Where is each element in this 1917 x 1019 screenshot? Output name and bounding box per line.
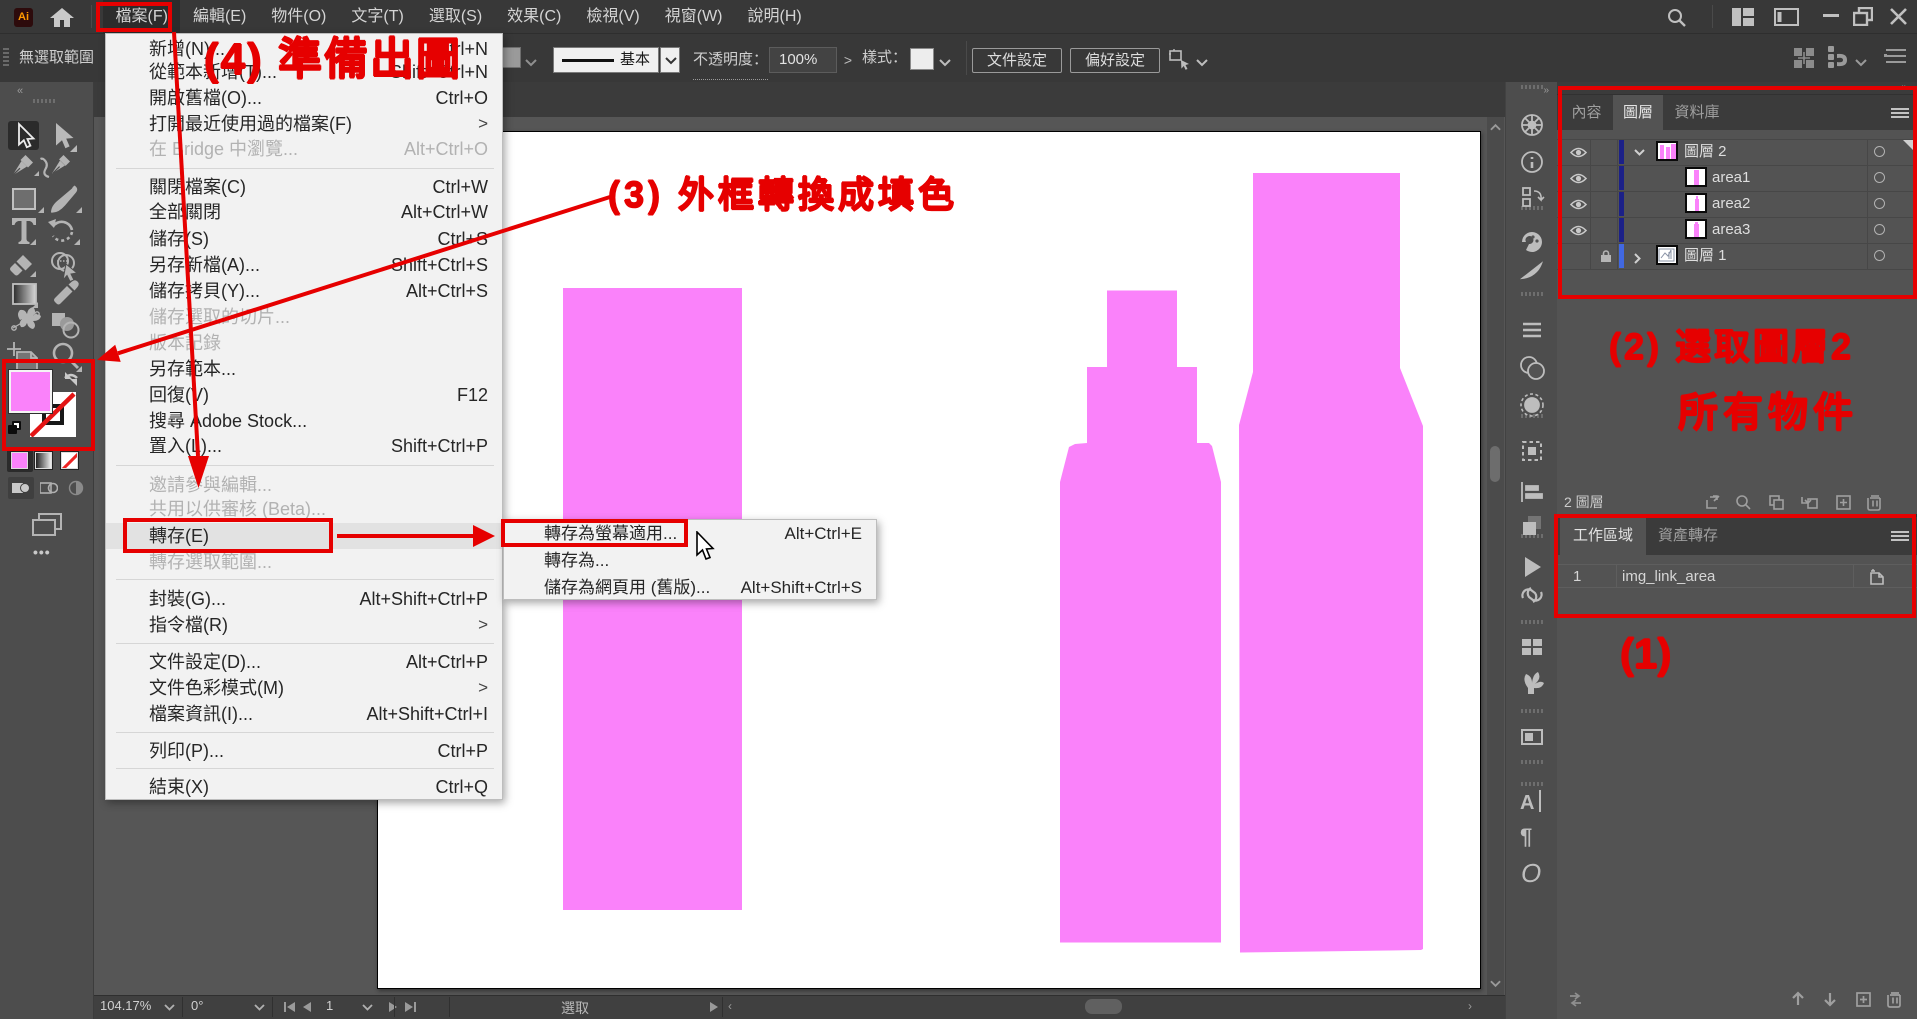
svg-text:O: O	[1521, 858, 1541, 888]
svg-text:A: A	[1520, 792, 1534, 814]
svg-text:¶: ¶	[1520, 824, 1532, 849]
